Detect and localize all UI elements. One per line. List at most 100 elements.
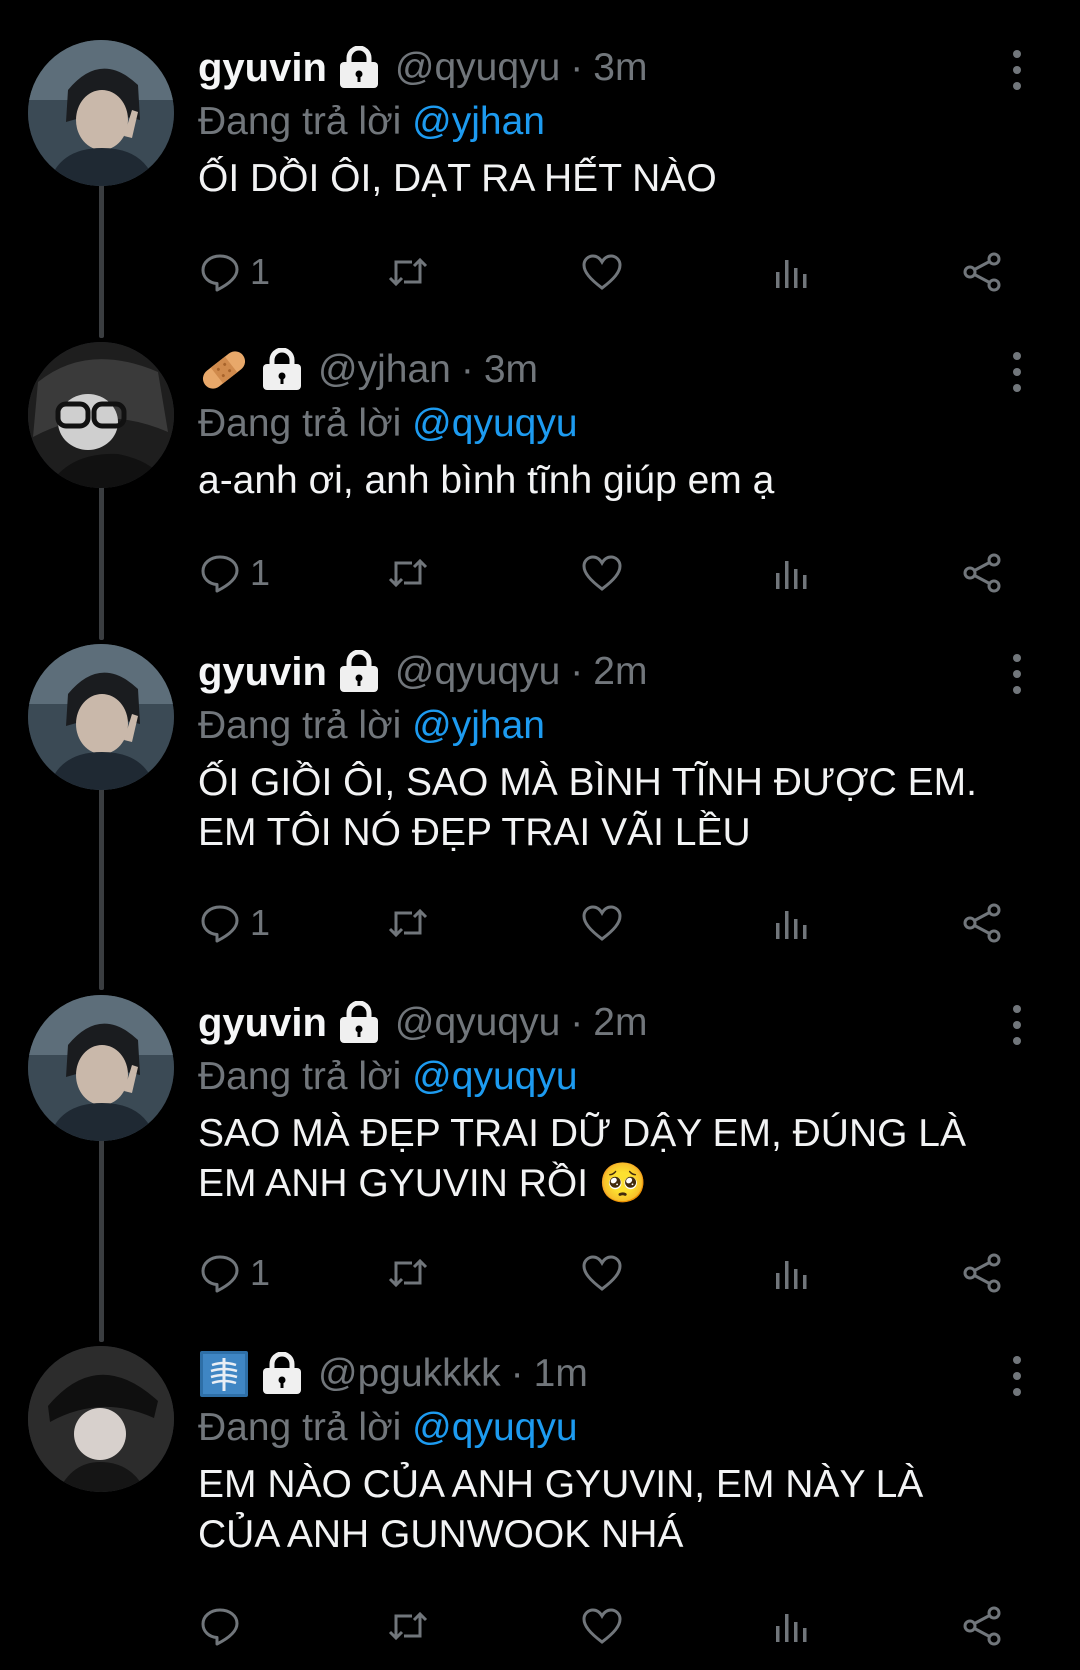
retweet-button[interactable] xyxy=(386,548,430,598)
replying-to: Đang trả lời @qyuqyu xyxy=(198,398,1018,450)
share-icon xyxy=(963,903,1001,943)
tweet-actions: 1 xyxy=(198,898,1018,948)
separator-dot: · xyxy=(570,650,584,693)
avatar[interactable] xyxy=(28,40,174,186)
reply-prefix: Đang trả lời xyxy=(198,1055,402,1098)
views-button[interactable] xyxy=(770,548,814,598)
reply-to-link[interactable]: @qyuqyu xyxy=(412,1406,577,1449)
more-options-icon[interactable] xyxy=(1006,654,1028,694)
like-icon xyxy=(582,555,622,591)
like-button[interactable] xyxy=(580,247,624,297)
reply-to-link[interactable]: @qyuqyu xyxy=(412,402,577,445)
like-icon xyxy=(582,905,622,941)
views-icon xyxy=(776,1261,807,1289)
share-button[interactable] xyxy=(960,548,1004,598)
like-button[interactable] xyxy=(580,1601,624,1651)
like-button[interactable] xyxy=(580,1248,624,1298)
retweet-icon xyxy=(388,558,428,588)
reply-button[interactable] xyxy=(198,1601,250,1651)
reply-to-link[interactable]: @yjhan xyxy=(412,100,545,143)
separator-dot: · xyxy=(510,1352,524,1395)
lock-icon xyxy=(260,1352,304,1396)
separator-dot: · xyxy=(570,1001,584,1044)
timestamp[interactable]: 3m xyxy=(593,46,647,90)
display-name[interactable]: gyuvin xyxy=(198,650,327,695)
lock-icon xyxy=(337,46,381,90)
views-button[interactable] xyxy=(770,898,814,948)
retweet-icon xyxy=(388,908,428,938)
share-icon xyxy=(963,1253,1001,1293)
like-icon xyxy=(582,1608,622,1644)
separator-dot: · xyxy=(460,348,474,391)
share-button[interactable] xyxy=(960,1601,1004,1651)
tweet-actions: 1 xyxy=(198,1248,1018,1298)
reply-count: 1 xyxy=(250,552,271,593)
separator-dot: · xyxy=(570,46,584,89)
tweet-text: ỐI GIỒI ÔI, SAO MÀ BÌNH TĨNH ĐƯỢC EM. EM… xyxy=(198,761,977,854)
timestamp[interactable]: 2m xyxy=(593,650,647,694)
thread-connector xyxy=(99,782,104,990)
tweet-text: EM NÀO CỦA ANH GYUVIN, EM NÀY LÀ CỦA ANH… xyxy=(198,1463,924,1556)
user-handle[interactable]: @yjhan xyxy=(318,348,451,392)
replying-to: Đang trả lời @yjhan xyxy=(198,700,1018,752)
views-button[interactable] xyxy=(770,247,814,297)
share-button[interactable] xyxy=(960,247,1004,297)
reply-prefix: Đang trả lời xyxy=(198,1406,402,1449)
reply-to-link[interactable]: @qyuqyu xyxy=(412,1055,577,1098)
more-options-icon[interactable] xyxy=(1006,352,1028,392)
thread-connector xyxy=(99,178,104,338)
retweet-button[interactable] xyxy=(386,898,430,948)
tweet-actions: 1 xyxy=(198,548,1018,598)
timestamp[interactable]: 2m xyxy=(593,1001,647,1045)
reply-count: 1 xyxy=(250,1252,271,1293)
avatar[interactable] xyxy=(28,644,174,790)
retweet-button[interactable] xyxy=(386,1601,430,1651)
reply-button[interactable]: 1 xyxy=(198,247,270,297)
reply-icon xyxy=(201,555,239,593)
reply-icon xyxy=(201,254,239,292)
display-name[interactable]: gyuvin xyxy=(198,46,327,91)
more-options-icon[interactable] xyxy=(1006,50,1028,90)
display-name[interactable]: gyuvin xyxy=(198,1001,327,1046)
reply-thread: gyuvin @qyuqyu · 3m Đang trả lời @yjhan … xyxy=(0,0,1080,1670)
like-button[interactable] xyxy=(580,548,624,598)
retweet-button[interactable] xyxy=(386,1248,430,1298)
more-options-icon[interactable] xyxy=(1006,1005,1028,1045)
user-handle[interactable]: @qyuqyu xyxy=(395,1001,560,1045)
tweet-actions: 1 xyxy=(198,247,1018,297)
tweet-text: SAO MÀ ĐẸP TRAI DỮ DẬY EM, ĐÚNG LÀ EM AN… xyxy=(198,1112,966,1205)
retweet-button[interactable] xyxy=(386,247,430,297)
tweet-text: a-anh ơi, anh bình tĩnh giúp em ạ xyxy=(198,459,775,502)
lock-icon xyxy=(337,1001,381,1045)
avatar[interactable] xyxy=(28,995,174,1141)
avatar[interactable] xyxy=(28,342,174,488)
avatar[interactable] xyxy=(28,1346,174,1492)
reply-prefix: Đang trả lời xyxy=(198,704,402,747)
share-icon xyxy=(963,553,1001,593)
views-icon xyxy=(776,260,807,288)
like-button[interactable] xyxy=(580,898,624,948)
user-handle[interactable]: @qyuqyu xyxy=(395,46,560,90)
reply-button[interactable]: 1 xyxy=(198,548,270,598)
share-button[interactable] xyxy=(960,898,1004,948)
timestamp[interactable]: 3m xyxy=(484,348,538,392)
views-icon xyxy=(776,561,807,589)
reply-button[interactable]: 1 xyxy=(198,898,270,948)
share-icon xyxy=(963,252,1001,292)
reply-icon xyxy=(201,905,239,943)
like-icon xyxy=(582,1255,622,1291)
retweet-icon xyxy=(388,257,428,287)
reply-button[interactable]: 1 xyxy=(198,1248,270,1298)
user-handle[interactable]: @pgukkkk xyxy=(318,1352,501,1396)
reply-count: 1 xyxy=(250,902,271,943)
timestamp[interactable]: 1m xyxy=(534,1352,588,1396)
tweet-text: ỐI DỒI ÔI, DẠT RA HẾT NÀO xyxy=(198,157,717,200)
retweet-icon xyxy=(388,1258,428,1288)
views-button[interactable] xyxy=(770,1601,814,1651)
share-button[interactable] xyxy=(960,1248,1004,1298)
views-button[interactable] xyxy=(770,1248,814,1298)
like-icon xyxy=(582,254,622,290)
more-options-icon[interactable] xyxy=(1006,1356,1028,1396)
reply-to-link[interactable]: @yjhan xyxy=(412,704,545,747)
user-handle[interactable]: @qyuqyu xyxy=(395,650,560,694)
